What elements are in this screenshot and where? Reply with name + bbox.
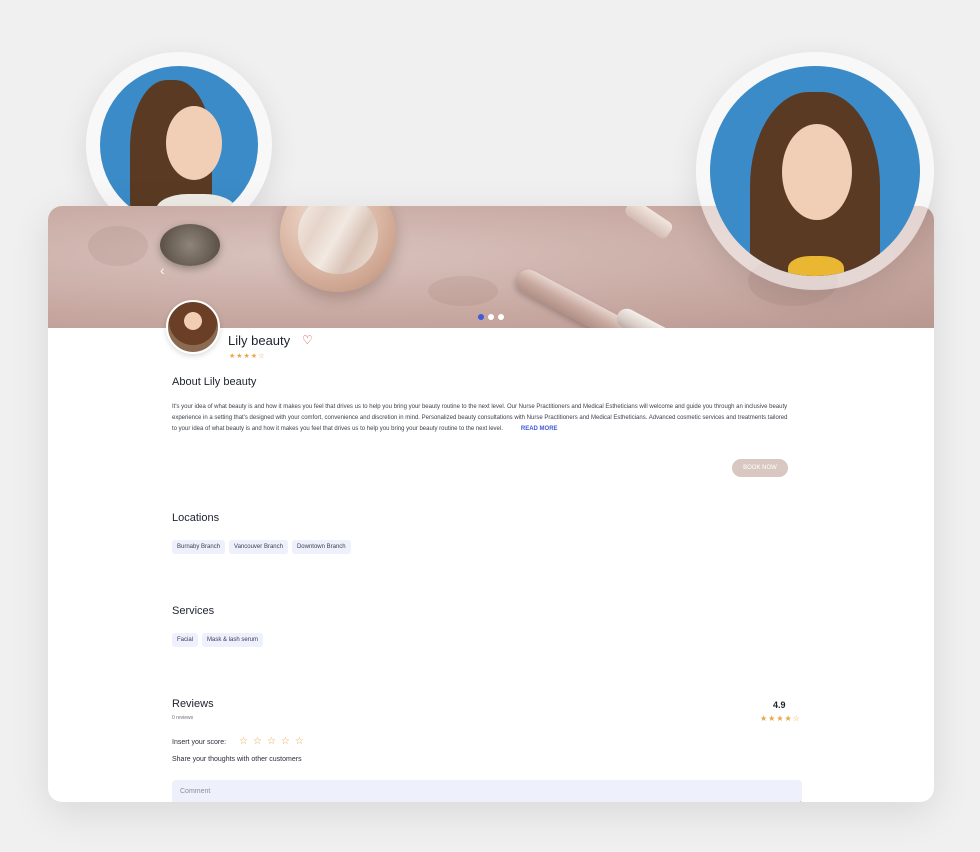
carousel-dot[interactable]	[498, 314, 504, 320]
carousel-dot[interactable]	[478, 314, 484, 320]
left-portrait-photo	[100, 66, 258, 224]
reviews-count: 0 reviews	[172, 715, 194, 721]
locations-chips: Burnaby Branch Vancouver Branch Downtown…	[172, 540, 351, 554]
score-label: Insert your score:	[172, 739, 227, 746]
location-chip[interactable]: Burnaby Branch	[172, 540, 226, 554]
right-portrait-photo	[710, 66, 920, 276]
profile-card: ‹ Lily beauty ♡ ★★★★☆ About Lily beauty …	[48, 206, 934, 802]
comment-field[interactable]	[172, 780, 802, 802]
locations-title: Locations	[172, 512, 220, 524]
carousel-dot[interactable]	[488, 314, 494, 320]
left-portrait-face	[166, 106, 222, 180]
read-more-link[interactable]: READ MORE	[521, 426, 558, 432]
rating-stars: ★★★★☆	[760, 714, 801, 723]
service-chip[interactable]: Facial	[172, 633, 199, 647]
avatar	[166, 300, 220, 354]
lipstick-cap	[613, 305, 685, 328]
share-label: Share your thoughts with other customers	[172, 756, 302, 763]
highlighter-compact	[280, 206, 396, 292]
services-title: Services	[172, 605, 215, 617]
score-star-picker: ☆ ☆ ☆ ☆ ☆	[239, 736, 304, 747]
heart-icon[interactable]: ♡	[302, 333, 313, 347]
cosmetic-bottle	[622, 206, 675, 241]
carousel-dots	[478, 314, 504, 320]
location-chip[interactable]: Downtown Branch	[291, 540, 351, 554]
reviews-title: Reviews	[172, 698, 214, 710]
about-title: About Lily beauty	[172, 376, 257, 388]
profile-name: Lily beauty	[228, 333, 291, 348]
star-icon[interactable]: ☆	[281, 736, 290, 747]
star-icon[interactable]: ☆	[253, 736, 262, 747]
star-icon[interactable]: ☆	[267, 736, 276, 747]
right-portrait-face	[782, 124, 852, 220]
star-icon[interactable]: ☆	[295, 736, 304, 747]
service-chip[interactable]: Mask & lash serum	[202, 633, 264, 647]
rating-value: 4.9	[773, 700, 786, 710]
prev-slide-icon[interactable]: ‹	[160, 262, 165, 278]
about-text: It's your idea of what beauty is and how…	[172, 402, 792, 435]
profile-rating-stars: ★★★★☆	[229, 353, 266, 360]
book-now-button[interactable]: BOOK NOW	[732, 459, 788, 477]
location-chip[interactable]: Vancouver Branch	[229, 540, 288, 554]
about-body: It's your idea of what beauty is and how…	[172, 404, 788, 432]
star-icon[interactable]: ☆	[239, 736, 248, 747]
right-portrait-shirt	[788, 256, 844, 276]
services-chips: Facial Mask & lash serum	[172, 633, 264, 647]
compact-lid	[160, 224, 220, 266]
